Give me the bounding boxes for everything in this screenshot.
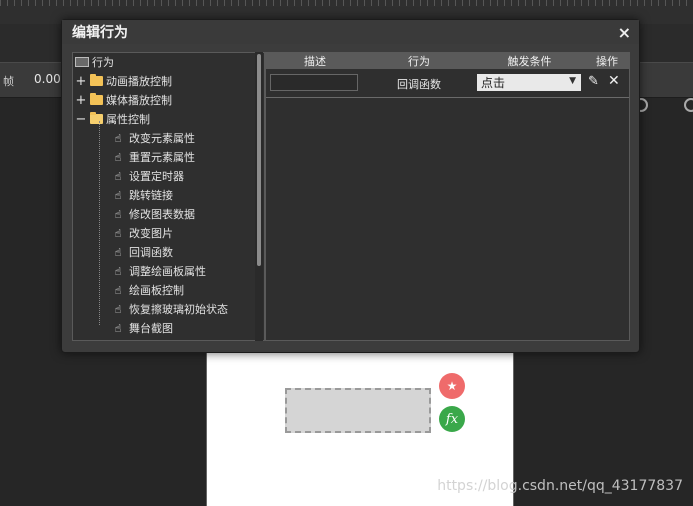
tree-item[interactable]: ☝ 回调函数 [111,243,173,261]
tree-item-label: 设置定时器 [129,170,184,183]
tree-group-label: 媒体播放控制 [106,94,172,107]
folder-icon [90,74,103,86]
function-button[interactable]: fx [439,406,465,432]
tree-item-label: 调整绘画板属性 [129,265,206,278]
expand-icon[interactable]: + [75,93,87,108]
frame-label: 帧 [3,75,14,88]
tree-item-label: 回调函数 [129,246,173,259]
chevron-down-icon: ▼ [569,76,576,86]
scrollbar-thumb[interactable] [257,54,261,266]
function-icon: fx [445,411,459,427]
tree-root-label: 行为 [92,56,114,69]
tree-scrollbar[interactable] [255,52,263,341]
tree-item[interactable]: ☝ 恢复擦玻璃初始状态 [111,300,228,318]
tree-item[interactable]: ☝ 绘画板控制 [111,281,184,299]
hand-pointer-icon: ☝ [114,131,122,145]
table-row: 回调函数 点击 ▼ ✎ ✕ [266,71,629,98]
hand-pointer-icon: ☝ [114,226,122,240]
tree-item[interactable]: ☝ 调整绘画板属性 [111,262,206,280]
tree-item-label: 改变元素属性 [129,132,195,145]
tree-item-label: 舞台截图 [129,322,173,335]
folder-icon [90,93,103,105]
ruler-ticks [0,0,693,6]
tree-item-label: 改变图片 [129,227,173,240]
trigger-value: 点击 [481,76,506,90]
col-operation: 操作 [596,55,618,68]
frame-value[interactable]: 0.00 [34,72,61,86]
tree-root[interactable]: 行为 [75,53,114,71]
tree-item-label: 绘画板控制 [129,284,184,297]
edit-behavior-dialog: 编辑行为 × 行为 + 动画播放控制 + 媒体播放控制 − 属性控制 ☝ 改变元素… [61,19,640,353]
pencil-icon[interactable]: ✎ [588,74,599,89]
tree-item[interactable]: ☝ 跳转链接 [111,186,173,204]
hand-pointer-icon: ☝ [114,188,122,202]
tree-item[interactable]: ☝ 设置定时器 [111,167,184,185]
selected-element[interactable] [285,388,431,433]
trigger-select[interactable]: 点击 ▼ [477,74,581,91]
tree-item-label: 修改图表数据 [129,208,195,221]
description-input[interactable] [270,74,358,91]
collapse-icon[interactable]: − [75,112,87,127]
col-trigger: 触发条件 [507,55,552,68]
star-plus-icon: ★ [446,379,458,393]
tree-item-label: 恢复擦玻璃初始状态 [129,303,228,316]
hand-pointer-icon: ☝ [114,150,122,164]
tree-group-property[interactable]: − 属性控制 [75,110,150,128]
folder-open-icon [90,112,103,124]
tree-group-label: 动画播放控制 [106,75,172,88]
tree-group-label: 属性控制 [106,113,150,126]
tree-item[interactable]: ☝ 改变元素属性 [111,129,195,147]
hand-pointer-icon: ☝ [114,302,122,316]
close-icon[interactable]: × [618,23,631,42]
hand-pointer-icon: ☝ [114,283,122,297]
tree-item[interactable]: ☝ 修改图表数据 [111,205,195,223]
monitor-icon [75,57,89,67]
expand-icon[interactable]: + [75,74,87,89]
action-cell: 回调函数 [397,78,441,91]
tree-item[interactable]: ☝ 重置元素属性 [111,148,195,166]
hand-pointer-icon: ☝ [114,321,122,335]
hand-pointer-icon: ☝ [114,245,122,259]
hand-pointer-icon: ☝ [114,207,122,221]
watermark: https://blog.csdn.net/qq_43177837 [437,478,683,494]
table-header: 描述 行为 触发条件 操作 [266,53,629,69]
tree-item-label: 跳转链接 [129,189,173,202]
tree-item-label: 重置元素属性 [129,151,195,164]
tree-group-animation[interactable]: + 动画播放控制 [75,72,172,90]
tree-item[interactable]: ☝ 舞台截图 [111,319,173,337]
delete-icon[interactable]: ✕ [608,73,620,89]
behavior-tree: 行为 + 动画播放控制 + 媒体播放控制 − 属性控制 ☝ 改变元素属性 ☝ 重置元… [72,52,265,341]
add-favorite-button[interactable]: ★ [439,373,465,399]
settings-icon-2[interactable] [684,98,693,112]
dialog-header: 编辑行为 × [62,20,639,44]
col-description: 描述 [304,55,326,68]
tree-item[interactable]: ☝ 改变图片 [111,224,173,242]
tree-group-media[interactable]: + 媒体播放控制 [75,91,172,109]
behavior-table: 描述 行为 触发条件 操作 回调函数 点击 ▼ ✎ ✕ [265,52,630,341]
dialog-title: 编辑行为 [72,25,128,41]
hand-pointer-icon: ☝ [114,169,122,183]
col-action: 行为 [408,55,430,68]
tree-connector [99,121,100,325]
hand-pointer-icon: ☝ [114,264,122,278]
